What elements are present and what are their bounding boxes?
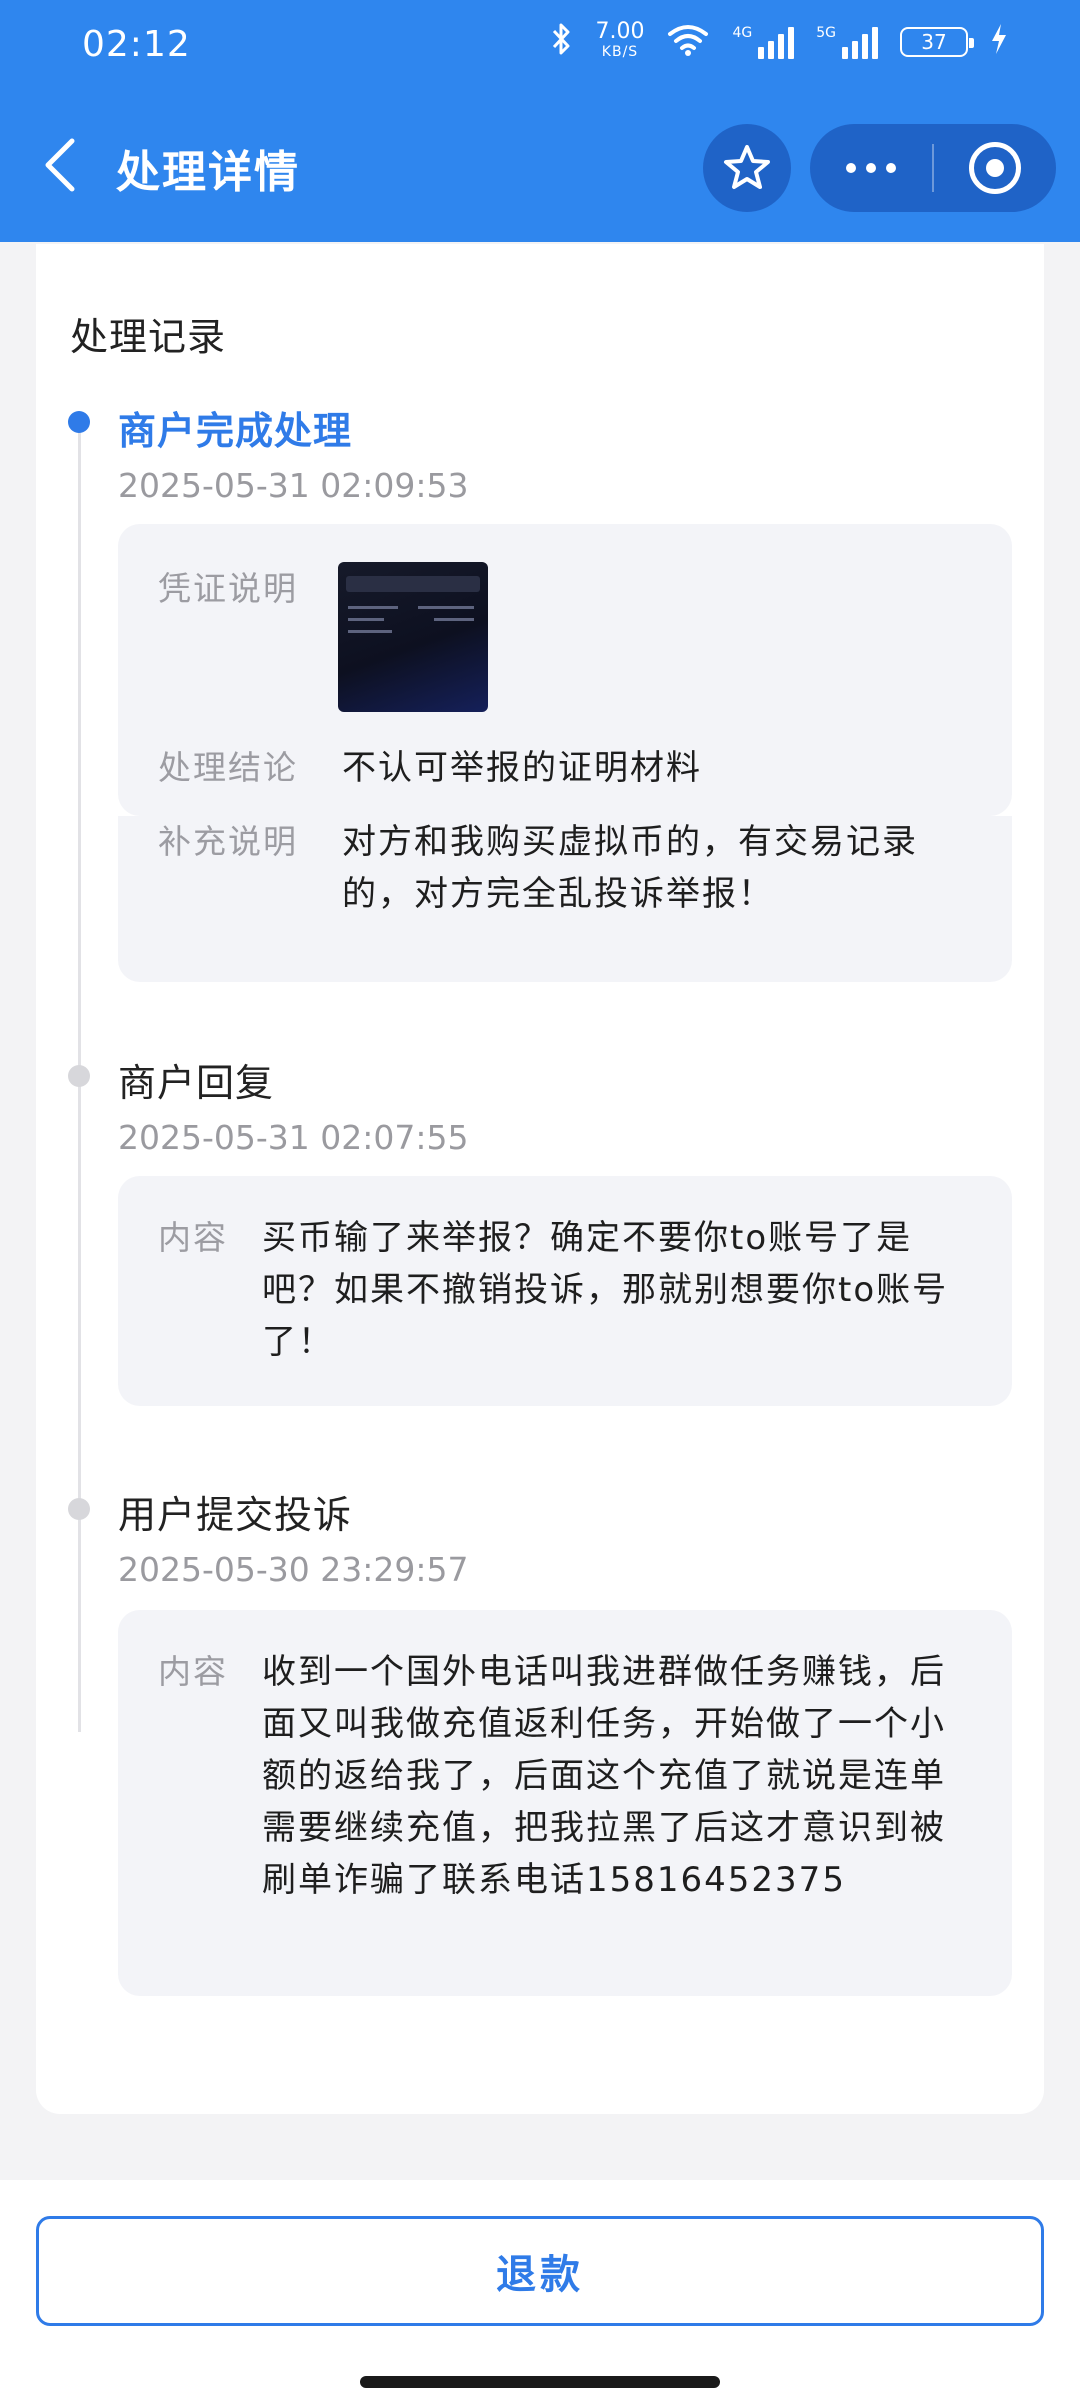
signal-4g-label: 4G [732, 25, 753, 41]
status-icons: 7.00 KB/S 4G 5G 37 [551, 19, 1008, 62]
bottom-action-bar: 退款 [0, 2180, 1080, 2408]
content-row: 内容 收到一个国外电话叫我进群做任务赚钱，后面又叫我做充值返利任务，开始做了一个… [158, 1646, 972, 1906]
signal-4g-icon: 4G [732, 25, 795, 59]
timeline-dot [68, 1498, 90, 1520]
record-card: 处理记录 商户完成处理 2025-05-31 02:09:53 凭证说明 处理结… [36, 244, 1044, 2114]
top-bar: 02:12 7.00 KB/S 4G 5G 37 处理详情 [0, 0, 1080, 242]
star-icon [724, 145, 770, 189]
home-indicator[interactable] [360, 2376, 720, 2388]
entry-title: 商户完成处理 [118, 409, 353, 453]
voucher-image-thumbnail[interactable] [338, 562, 488, 712]
note-label: 补充说明 [158, 822, 298, 861]
network-speed: 7.00 KB/S [595, 19, 645, 62]
wifi-icon [666, 22, 710, 62]
chevron-left-icon [45, 138, 75, 192]
more-button[interactable] [810, 124, 932, 212]
content-label: 内容 [158, 1218, 228, 1257]
entry-title: 商户回复 [118, 1061, 275, 1105]
more-dot-icon [846, 163, 856, 173]
timeline-dot-active [68, 411, 90, 433]
refund-button[interactable]: 退款 [36, 2216, 1044, 2326]
entry-detail-box: 内容 收到一个国外电话叫我进群做任务赚钱，后面又叫我做充值返利任务，开始做了一个… [118, 1610, 1012, 1996]
network-speed-unit: KB/S [601, 44, 639, 60]
more-dot-icon [886, 163, 896, 173]
content-value: 收到一个国外电话叫我进群做任务赚钱，后面又叫我做充值返利任务，开始做了一个小额的… [262, 1652, 946, 1900]
entry-detail-box: 凭证说明 处理结论 不认可举报的证明材料 [118, 524, 1012, 816]
note-value: 对方和我购买虚拟币的，有交易记录的，对方完全乱投诉举报！ [342, 822, 918, 914]
content-value: 买币输了来举报？确定不要你to账号了是吧？如果不撤销投诉，那就别想要你to账号了… [262, 1218, 949, 1362]
battery-level: 37 [921, 30, 947, 54]
page-title: 处理详情 [116, 147, 300, 198]
charging-icon [990, 23, 1008, 61]
close-miniapp-button[interactable] [934, 124, 1056, 212]
voucher-label: 凭证说明 [158, 569, 298, 608]
more-dot-icon [866, 163, 876, 173]
conclusion-row: 处理结论 不认可举报的证明材料 [158, 742, 972, 794]
network-speed-value: 7.00 [595, 19, 645, 44]
entry-time: 2025-05-31 02:07:55 [118, 1118, 469, 1157]
signal-5g-label: 5G [816, 25, 836, 41]
entry-time: 2025-05-30 23:29:57 [118, 1550, 469, 1589]
signal-5g-icon: 5G [816, 25, 878, 59]
conclusion-value: 不认可举报的证明材料 [342, 748, 702, 788]
target-icon [969, 142, 1021, 194]
favorite-button[interactable] [703, 124, 791, 212]
entry-time: 2025-05-31 02:09:53 [118, 466, 469, 505]
timeline-dot [68, 1065, 90, 1087]
miniapp-capsule [810, 124, 1056, 212]
battery-icon: 37 [900, 27, 974, 57]
voucher-row: 凭证说明 [158, 562, 972, 610]
note-row: 补充说明 对方和我购买虚拟币的，有交易记录的，对方完全乱投诉举报！ [158, 816, 972, 920]
status-time: 02:12 [82, 24, 191, 65]
content-label: 内容 [158, 1652, 228, 1691]
bluetooth-icon [551, 22, 573, 62]
entry-detail-box: 内容 买币输了来举报？确定不要你to账号了是吧？如果不撤销投诉，那就别想要你to… [118, 1176, 1012, 1406]
entry-title: 用户提交投诉 [118, 1493, 353, 1537]
conclusion-label: 处理结论 [158, 748, 298, 787]
content-row: 内容 买币输了来举报？确定不要你to账号了是吧？如果不撤销投诉，那就别想要你to… [158, 1212, 972, 1368]
back-button[interactable] [30, 130, 90, 200]
entry-detail-box-note: 补充说明 对方和我购买虚拟币的，有交易记录的，对方完全乱投诉举报！ [118, 816, 1012, 982]
section-title: 处理记录 [70, 315, 227, 359]
